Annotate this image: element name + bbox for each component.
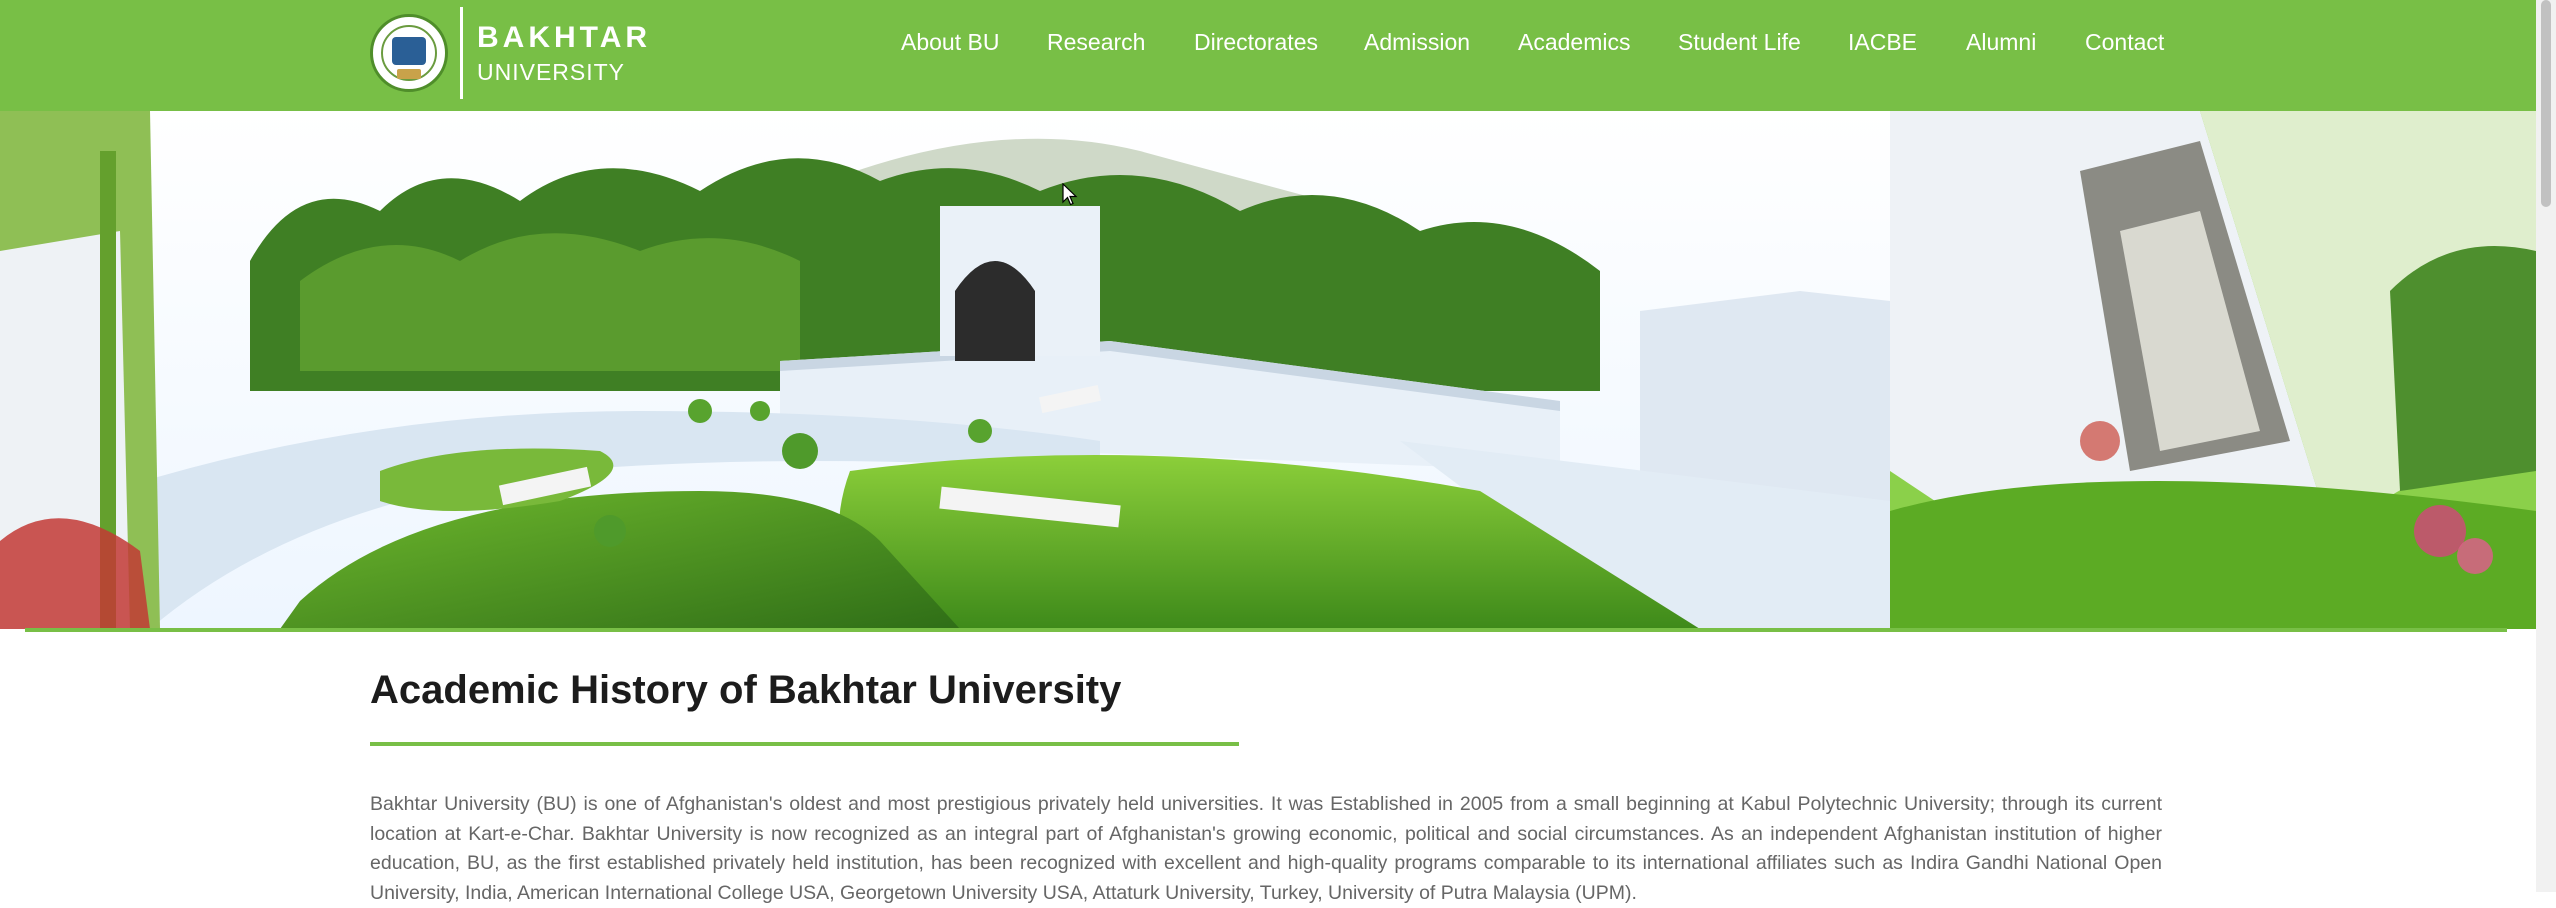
nav-directorates[interactable]: Directorates: [1194, 29, 1318, 56]
nav-admission[interactable]: Admission: [1364, 29, 1470, 56]
campus-panorama-photo: [0, 111, 2536, 629]
title-underline: [370, 742, 1239, 746]
site-header: BAKHTAR UNIVERSITY About BU Research Dir…: [0, 0, 2536, 111]
intro-paragraph: Bakhtar University (BU) is one of Afghan…: [370, 793, 2162, 904]
scrollbar-thumb[interactable]: [2541, 0, 2551, 207]
page-title: Academic History of Bakhtar University: [370, 668, 1122, 712]
hero-divider: [25, 628, 2507, 632]
nav-academics[interactable]: Academics: [1518, 29, 1630, 56]
nav-research[interactable]: Research: [1047, 29, 1145, 56]
main-nav: About BU Research Directorates Admission…: [0, 0, 2536, 87]
mouse-cursor-icon: [1062, 183, 1078, 206]
hero-banner: [0, 111, 2536, 629]
nav-iacbe[interactable]: IACBE: [1848, 29, 1917, 56]
nav-student-life[interactable]: Student Life: [1678, 29, 1801, 56]
nav-contact[interactable]: Contact: [2085, 29, 2164, 56]
nav-about-bu[interactable]: About BU: [901, 29, 999, 56]
page-scrollbar[interactable]: [2536, 0, 2556, 892]
nav-alumni[interactable]: Alumni: [1966, 29, 2036, 56]
